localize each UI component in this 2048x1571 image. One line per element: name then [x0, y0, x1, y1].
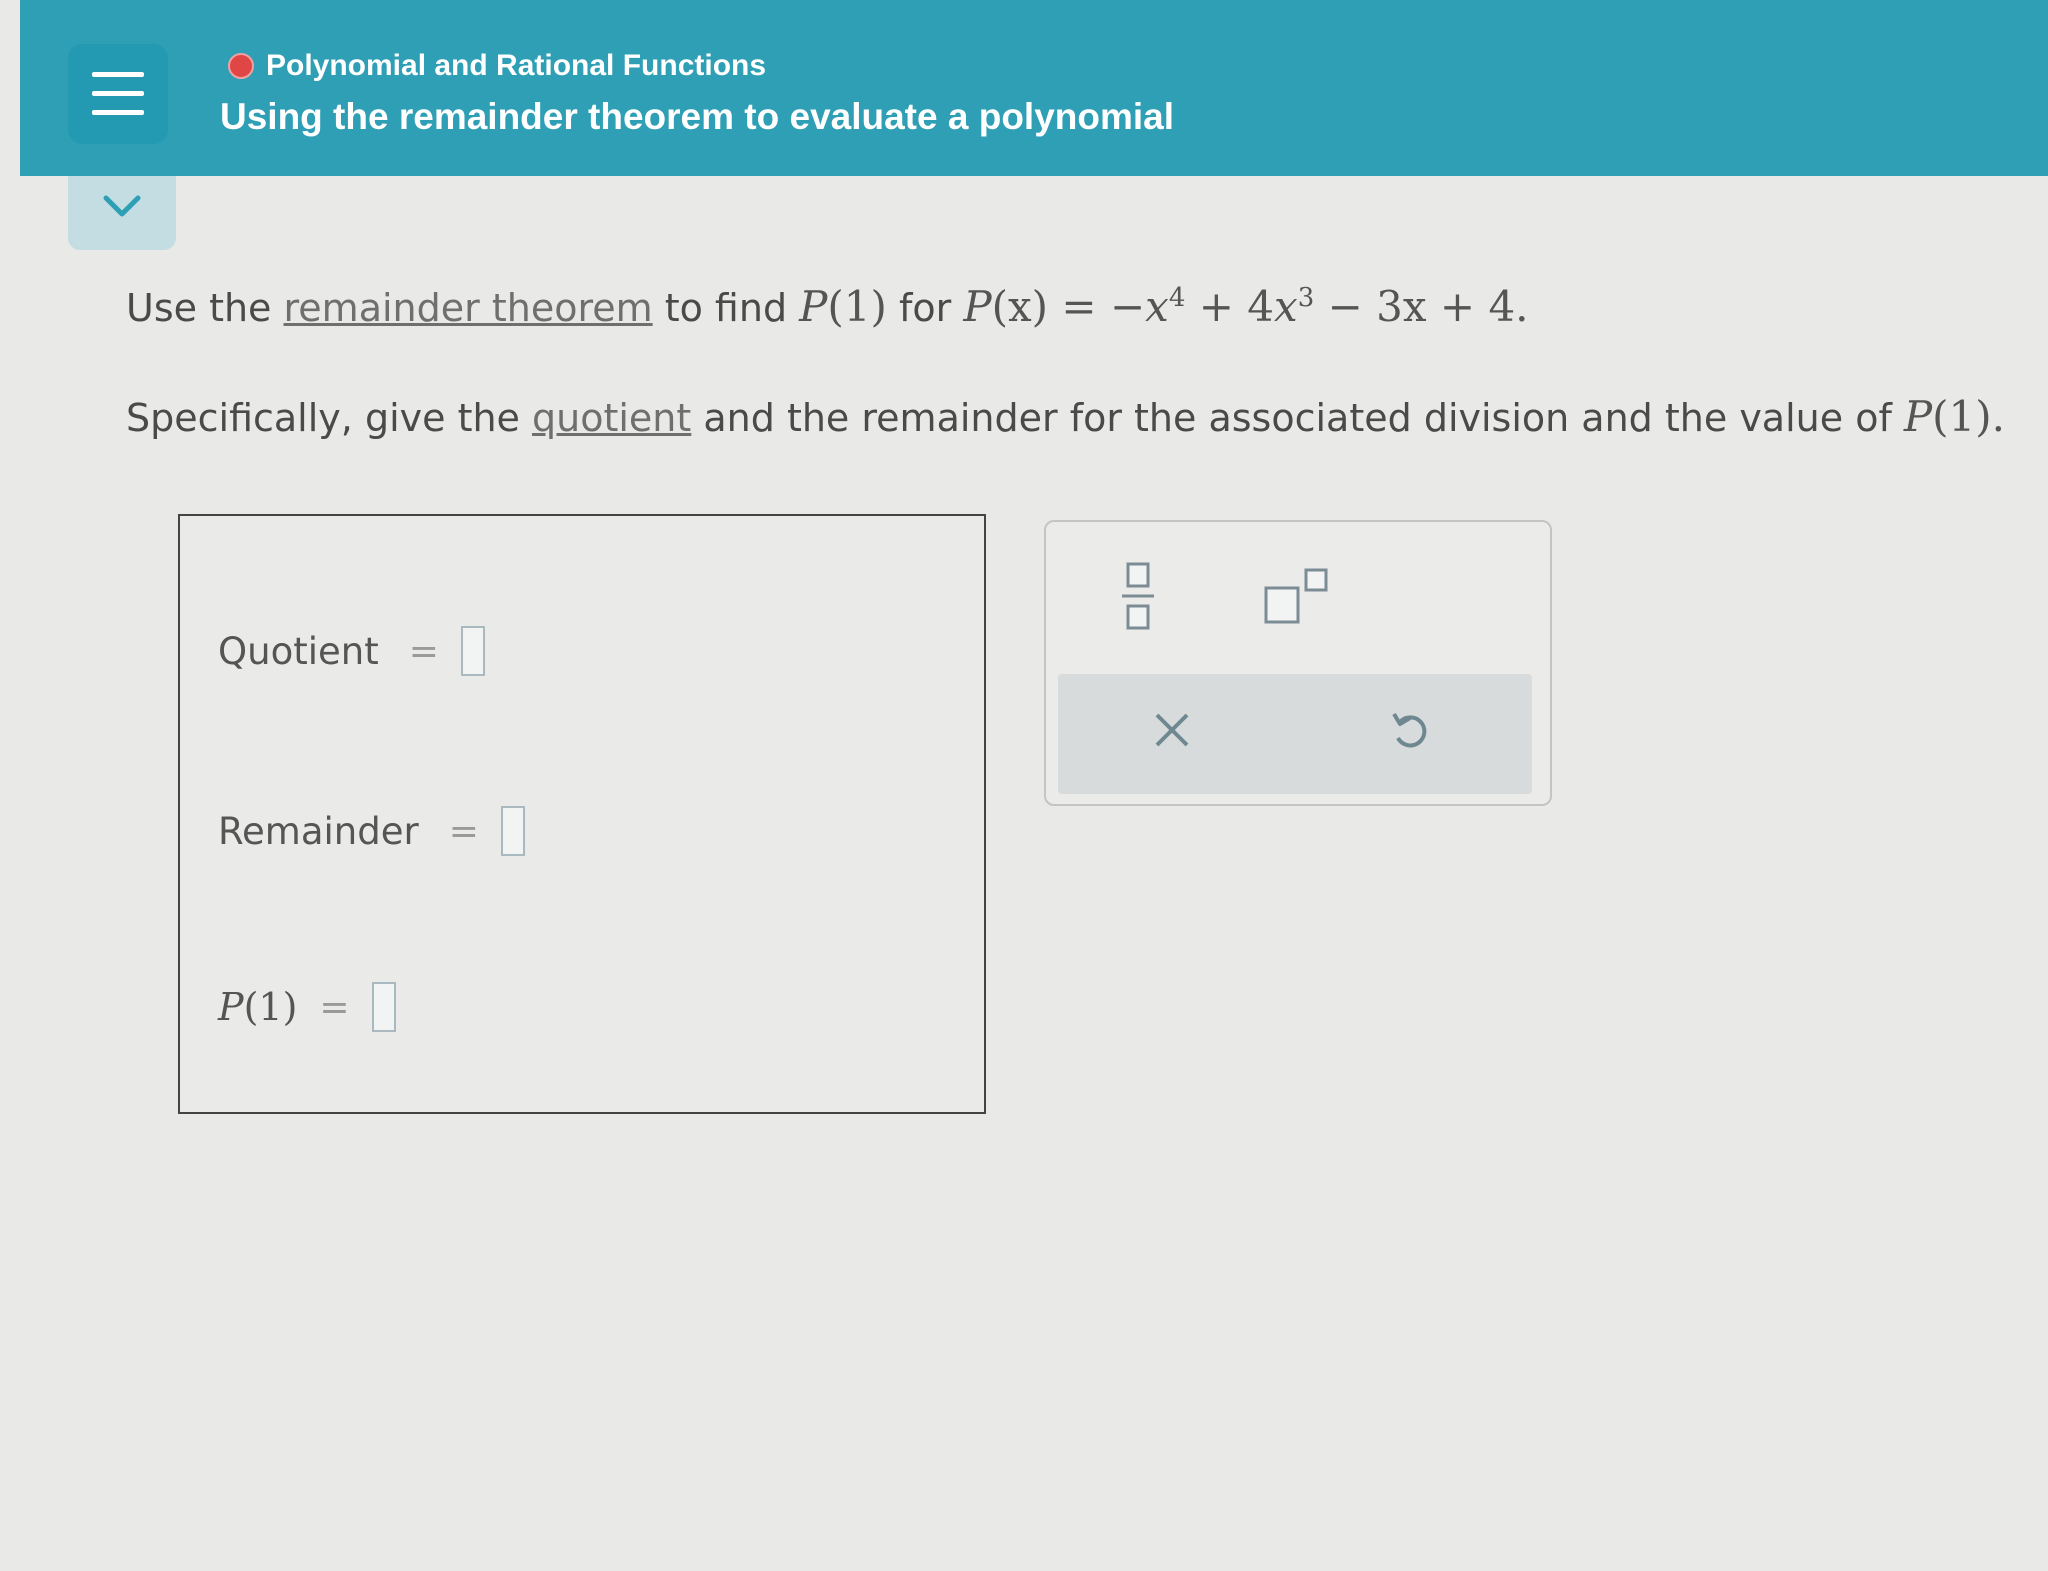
remainder-theorem-link[interactable]: remainder theorem: [284, 286, 653, 330]
exponent-button[interactable]: [1262, 566, 1334, 630]
breadcrumb-topic: Polynomial and Rational Functions: [266, 49, 767, 82]
equals-sign: =: [448, 810, 479, 852]
answer-panel: Quotient = Remainder = P(1) =: [178, 514, 986, 1114]
remainder-row: Remainder =: [218, 806, 525, 856]
remainder-label: Remainder: [218, 809, 419, 853]
question-line-1: Use the remainder theorem to find P(1) f…: [126, 282, 1529, 331]
p1-row: P(1) =: [218, 982, 396, 1032]
polynomial-expression: P(x) = −x4 + 4x3 − 3x + 4.: [963, 282, 1529, 331]
question-line-2: Specifically, give the quotient and the …: [126, 392, 2006, 441]
collapse-toggle[interactable]: [68, 176, 176, 250]
action-strip: [1058, 674, 1532, 794]
fraction-icon: [1122, 562, 1154, 630]
status-dot-icon: [228, 53, 254, 79]
quotient-label: Quotient: [218, 629, 379, 673]
remainder-input[interactable]: [500, 806, 525, 856]
menu-button[interactable]: [68, 44, 168, 144]
clear-icon: [1155, 713, 1189, 747]
quotient-input[interactable]: [460, 626, 485, 676]
p-of-1: P(1): [799, 282, 887, 331]
quotient-row: Quotient =: [218, 626, 485, 676]
clear-button[interactable]: [1152, 710, 1192, 754]
fraction-button[interactable]: [1118, 560, 1158, 636]
page-title: Using the remainder theorem to evaluate …: [220, 96, 1175, 137]
p1-input[interactable]: [371, 982, 396, 1032]
chevron-down-icon: [103, 195, 141, 217]
math-toolbar: [1044, 520, 1552, 806]
header-bar: Polynomial and Rational Functions Using …: [20, 0, 2048, 176]
undo-icon: [1392, 712, 1427, 748]
undo-button[interactable]: [1388, 708, 1432, 756]
equals-sign: =: [408, 630, 439, 672]
breadcrumb: Polynomial and Rational Functions: [228, 48, 766, 84]
equals-sign: =: [319, 986, 350, 1028]
p-of-1-end: P(1).: [1903, 392, 2006, 441]
exponent-icon: [1264, 568, 1328, 624]
quotient-link[interactable]: quotient: [532, 396, 691, 440]
p1-label: P(1): [218, 985, 298, 1029]
